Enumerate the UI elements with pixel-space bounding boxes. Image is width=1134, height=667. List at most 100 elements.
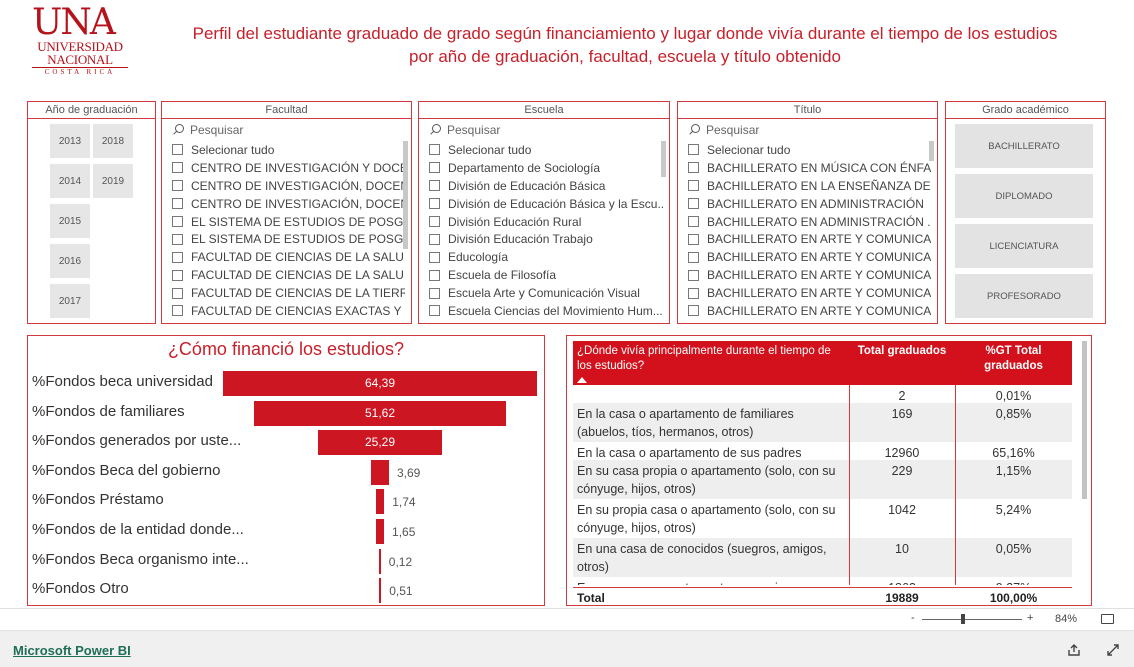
share-icon[interactable]: [1067, 643, 1081, 657]
titulo-option[interactable]: BACHILLERATO EN LA ENSEÑANZA DE...: [688, 177, 931, 195]
table-row[interactable]: En su propia casa o apartamento (solo, c…: [573, 499, 1072, 538]
titulo-search[interactable]: Pesquisar: [678, 119, 937, 137]
checkbox[interactable]: [688, 162, 699, 174]
year-tile[interactable]: 2014: [50, 164, 90, 198]
checkbox[interactable]: [429, 287, 440, 299]
checkbox[interactable]: [688, 216, 699, 227]
checkbox[interactable]: [688, 144, 699, 156]
column-header-place[interactable]: ¿Dónde vivía principalmente durante el t…: [573, 341, 849, 385]
checkbox[interactable]: [172, 198, 183, 210]
facultad-option[interactable]: CENTRO DE INVESTIGACIÓN Y DOCE...: [172, 159, 405, 177]
checkbox[interactable]: [172, 269, 183, 281]
facultad-option[interactable]: FACULTAD DE CIENCIAS DE LA SALUD...: [172, 266, 405, 284]
zoom-slider-track[interactable]: [922, 619, 1022, 620]
escuela-option[interactable]: Educología: [429, 248, 663, 266]
scrollbar[interactable]: [403, 141, 408, 249]
year-tile[interactable]: 2017: [50, 284, 90, 318]
funnel-bar[interactable]: [375, 519, 384, 544]
checkbox[interactable]: [172, 144, 183, 156]
facultad-option[interactable]: FACULTAD DE CIENCIAS DE LA TIERR...: [172, 284, 405, 302]
checkbox[interactable]: [172, 216, 183, 227]
checkbox[interactable]: [688, 180, 699, 192]
table-row[interactable]: En la casa o apartamento de familiares (…: [573, 403, 1072, 442]
checkbox[interactable]: [172, 233, 183, 245]
titulo-option[interactable]: BACHILLERATO EN ARTE Y COMUNICA...: [688, 230, 931, 248]
titulo-option[interactable]: BACHILLERATO EN ADMINISTRACIÓN ...: [688, 213, 931, 231]
fullscreen-icon[interactable]: [1106, 643, 1120, 657]
funnel-bar[interactable]: [379, 548, 381, 574]
checkbox[interactable]: [429, 269, 440, 281]
checkbox[interactable]: [429, 233, 440, 245]
escuela-option[interactable]: Selecionar tudo: [429, 141, 663, 159]
checkbox[interactable]: [688, 305, 699, 317]
checkbox[interactable]: [172, 287, 183, 299]
escuela-option[interactable]: División Educación Trabajo: [429, 230, 663, 248]
checkbox[interactable]: [429, 216, 440, 227]
column-header-total[interactable]: Total graduados: [849, 341, 955, 385]
table-row[interactable]: En una casa de conocidos (suegros, amigo…: [573, 538, 1072, 577]
table-row[interactable]: En la casa o apartamento de sus padres 12…: [573, 442, 1072, 460]
facultad-option[interactable]: CENTRO DE INVESTIGACIÓN, DOCEN...: [172, 177, 405, 195]
checkbox[interactable]: [688, 233, 699, 245]
titulo-option[interactable]: BACHILLERATO EN MÚSICA CON ÉNFA...: [688, 159, 931, 177]
grado-option[interactable]: PROFESORADO: [955, 274, 1093, 318]
escuela-option[interactable]: Escuela Arte y Comunicación Visual: [429, 284, 663, 302]
table-row[interactable]: En su casa propia o apartamento (solo, c…: [573, 460, 1072, 499]
checkbox[interactable]: [429, 144, 440, 156]
year-tile[interactable]: 2015: [50, 204, 90, 238]
funnel-bar[interactable]: [371, 459, 389, 485]
scrollbar[interactable]: [1082, 341, 1087, 499]
checkbox[interactable]: [688, 251, 699, 263]
zoom-in-button[interactable]: +: [1027, 612, 1033, 624]
sort-ascending-icon[interactable]: [577, 377, 587, 383]
grado-option[interactable]: LICENCIATURA: [955, 224, 1093, 268]
titulo-option[interactable]: BACHILLERATO EN ARTE Y COMUNICA...: [688, 248, 931, 266]
zoom-slider-handle[interactable]: [961, 614, 965, 624]
facultad-search[interactable]: Pesquisar: [162, 119, 411, 137]
titulo-option[interactable]: BACHILLERATO EN ARTE Y COMUNICA...: [688, 284, 931, 302]
facultad-option[interactable]: FACULTAD DE CIENCIAS EXACTAS Y N...: [172, 302, 405, 320]
checkbox[interactable]: [172, 251, 183, 263]
escuela-option[interactable]: Departamento de Sociología: [429, 159, 663, 177]
grado-option[interactable]: DIPLOMADO: [955, 174, 1093, 218]
checkbox[interactable]: [688, 269, 699, 281]
checkbox[interactable]: [172, 180, 183, 192]
table-row[interactable]: En una casa o apartamento con amigos o18…: [573, 577, 1072, 585]
fit-to-page-icon[interactable]: [1101, 614, 1114, 624]
checkbox[interactable]: [429, 198, 440, 210]
facultad-option[interactable]: Selecionar tudo: [172, 141, 405, 159]
facultad-option[interactable]: EL SISTEMA DE ESTUDIOS DE POSGR...: [172, 213, 405, 231]
facultad-option[interactable]: FACULTAD DE CIENCIAS DE LA SALUD: [172, 248, 405, 266]
facultad-option[interactable]: EL SISTEMA DE ESTUDIOS DE POSGR...: [172, 230, 405, 248]
titulo-option[interactable]: BACHILLERATO EN ARTE Y COMUNICA...: [688, 302, 931, 320]
year-tile[interactable]: 2018: [93, 124, 133, 158]
scrollbar[interactable]: [929, 141, 934, 161]
funnel-bar[interactable]: [378, 578, 382, 604]
checkbox[interactable]: [688, 198, 699, 210]
scrollbar[interactable]: [661, 141, 666, 177]
grado-option[interactable]: BACHILLERATO: [955, 124, 1093, 168]
checkbox[interactable]: [429, 305, 440, 317]
escuela-search[interactable]: Pesquisar: [419, 119, 669, 137]
checkbox[interactable]: [429, 162, 440, 174]
year-tile[interactable]: 2016: [50, 244, 90, 278]
checkbox[interactable]: [429, 251, 440, 263]
checkbox[interactable]: [688, 287, 699, 299]
escuela-option[interactable]: Escuela Ciencias del Movimiento Hum...: [429, 302, 663, 320]
escuela-option[interactable]: Escuela de Filosofía: [429, 266, 663, 284]
funnel-bar[interactable]: [375, 489, 385, 515]
column-header-pct[interactable]: %GT Total graduados: [955, 341, 1072, 385]
escuela-option[interactable]: División de Educación Básica y la Escu..…: [429, 195, 663, 213]
titulo-option[interactable]: Selecionar tudo: [688, 141, 931, 159]
facultad-option[interactable]: CENTRO DE INVESTIGACIÓN, DOCEN...: [172, 195, 405, 213]
year-tile[interactable]: 2019: [93, 164, 133, 198]
checkbox[interactable]: [172, 162, 183, 174]
titulo-option[interactable]: BACHILLERATO EN ARTE Y COMUNICA...: [688, 266, 931, 284]
powerbi-link[interactable]: Microsoft Power BI: [13, 643, 131, 658]
table-row[interactable]: 2 0,01%: [573, 385, 1072, 403]
checkbox[interactable]: [172, 305, 183, 317]
escuela-option[interactable]: División de Educación Básica: [429, 177, 663, 195]
checkbox[interactable]: [429, 180, 440, 192]
zoom-out-button[interactable]: -: [911, 612, 915, 624]
escuela-option[interactable]: División Educación Rural: [429, 213, 663, 231]
